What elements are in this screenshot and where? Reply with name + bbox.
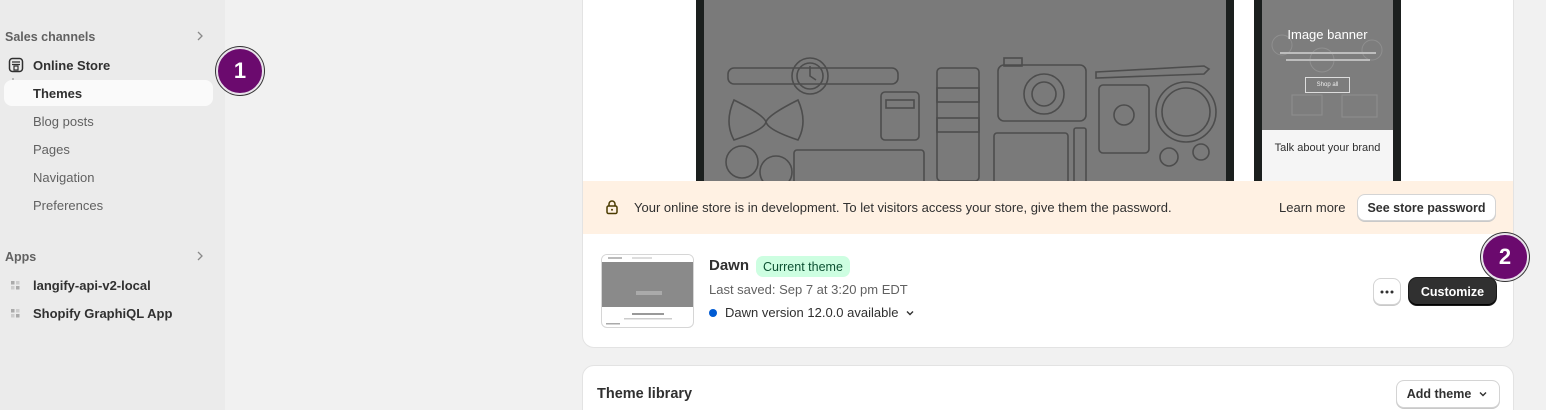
sidebar-item-label: Preferences — [33, 198, 104, 213]
sales-channels-header[interactable]: Sales channels — [5, 24, 213, 50]
sidebar-item-label: Blog posts — [33, 114, 94, 129]
chevron-down-icon — [1479, 392, 1487, 397]
current-theme-card: Dawn Current theme Last saved: Sep 7 at … — [582, 234, 1514, 348]
theme-name: Dawn — [709, 257, 750, 274]
mobile-shop-all-button: Shop all — [1305, 77, 1350, 93]
mobile-image-banner: Image banner Shop all — [1262, 0, 1393, 130]
last-saved-text: Last saved: Sep 7 at 3:20 pm EDT — [709, 282, 908, 297]
mobile-preview-frame: Image banner Shop all Talk about your br… — [1254, 0, 1401, 181]
lock-icon — [606, 200, 618, 215]
sidebar-app-graphiql[interactable]: Shopify GraphiQL App — [4, 300, 213, 326]
chevron-right-icon — [197, 31, 203, 41]
app-grid-icon — [11, 309, 20, 318]
sidebar-item-blog-posts[interactable]: Blog posts — [4, 108, 213, 134]
add-theme-button[interactable]: Add theme — [1396, 380, 1500, 408]
sidebar-item-label: Shopify GraphiQL App — [33, 306, 173, 321]
theme-library-title: Theme library — [597, 386, 693, 402]
current-theme-badge: Current theme — [756, 256, 850, 277]
store-icon — [8, 57, 24, 73]
status-dot-icon — [709, 308, 717, 317]
sidebar-item-label: Themes — [33, 86, 83, 101]
banner-text-lines-icon — [1280, 52, 1376, 61]
development-banner: Your online store is in development. To … — [582, 181, 1514, 234]
add-theme-label: Add theme — [1406, 387, 1472, 401]
product-illustration-icon — [725, 57, 1217, 181]
theme-thumbnail — [601, 254, 694, 328]
learn-more-link[interactable]: Learn more — [1279, 200, 1345, 215]
app-grid-icon — [11, 281, 20, 290]
sidebar-item-online-store[interactable]: Online Store — [4, 52, 213, 78]
chevron-right-icon — [197, 251, 203, 261]
apps-header[interactable]: Apps — [5, 244, 213, 270]
sales-channels-label: Sales channels — [5, 30, 96, 44]
sidebar-item-pages[interactable]: Pages — [4, 136, 213, 162]
version-text: Dawn version 12.0.0 available — [725, 305, 899, 320]
ellipsis-icon — [1380, 290, 1394, 293]
desktop-preview-screen — [704, 0, 1226, 181]
sidebar-item-label: Pages — [33, 142, 70, 157]
sidebar: Sales channels Online Store Themes Blog … — [0, 0, 225, 410]
version-available-toggle[interactable]: Dawn version 12.0.0 available — [709, 305, 916, 320]
sidebar-app-langify[interactable]: langify-api-v2-local — [4, 272, 213, 298]
desktop-preview-frame — [696, 0, 1234, 181]
see-store-password-button[interactable]: See store password — [1357, 194, 1496, 221]
theme-library-card: Theme library Add theme — [582, 365, 1514, 410]
mobile-banner-title: Image banner — [1287, 27, 1368, 42]
development-banner-text: Your online store is in development. To … — [634, 200, 1172, 215]
step-badge-1: 1 — [216, 47, 264, 95]
mobile-talk-text: Talk about your brand — [1274, 142, 1381, 154]
banner-pattern-icon — [1271, 34, 1383, 118]
chevron-down-icon — [906, 310, 914, 315]
customize-button[interactable]: Customize — [1409, 278, 1496, 305]
theme-preview[interactable]: Image banner Shop all Talk about your br… — [582, 0, 1514, 181]
sidebar-item-navigation[interactable]: Navigation — [4, 164, 213, 190]
apps-label: Apps — [5, 250, 37, 264]
sidebar-item-label: langify-api-v2-local — [33, 278, 151, 293]
thumbnail-preview-icon — [602, 255, 693, 325]
step-badge-2: 2 — [1481, 233, 1529, 281]
more-actions-button[interactable] — [1373, 278, 1401, 305]
sidebar-item-label: Online Store — [33, 58, 111, 73]
sidebar-item-preferences[interactable]: Preferences — [4, 192, 213, 218]
mobile-preview-screen: Image banner Shop all Talk about your br… — [1262, 0, 1393, 181]
sidebar-item-label: Navigation — [33, 170, 95, 185]
sidebar-item-themes[interactable]: Themes — [4, 80, 213, 106]
